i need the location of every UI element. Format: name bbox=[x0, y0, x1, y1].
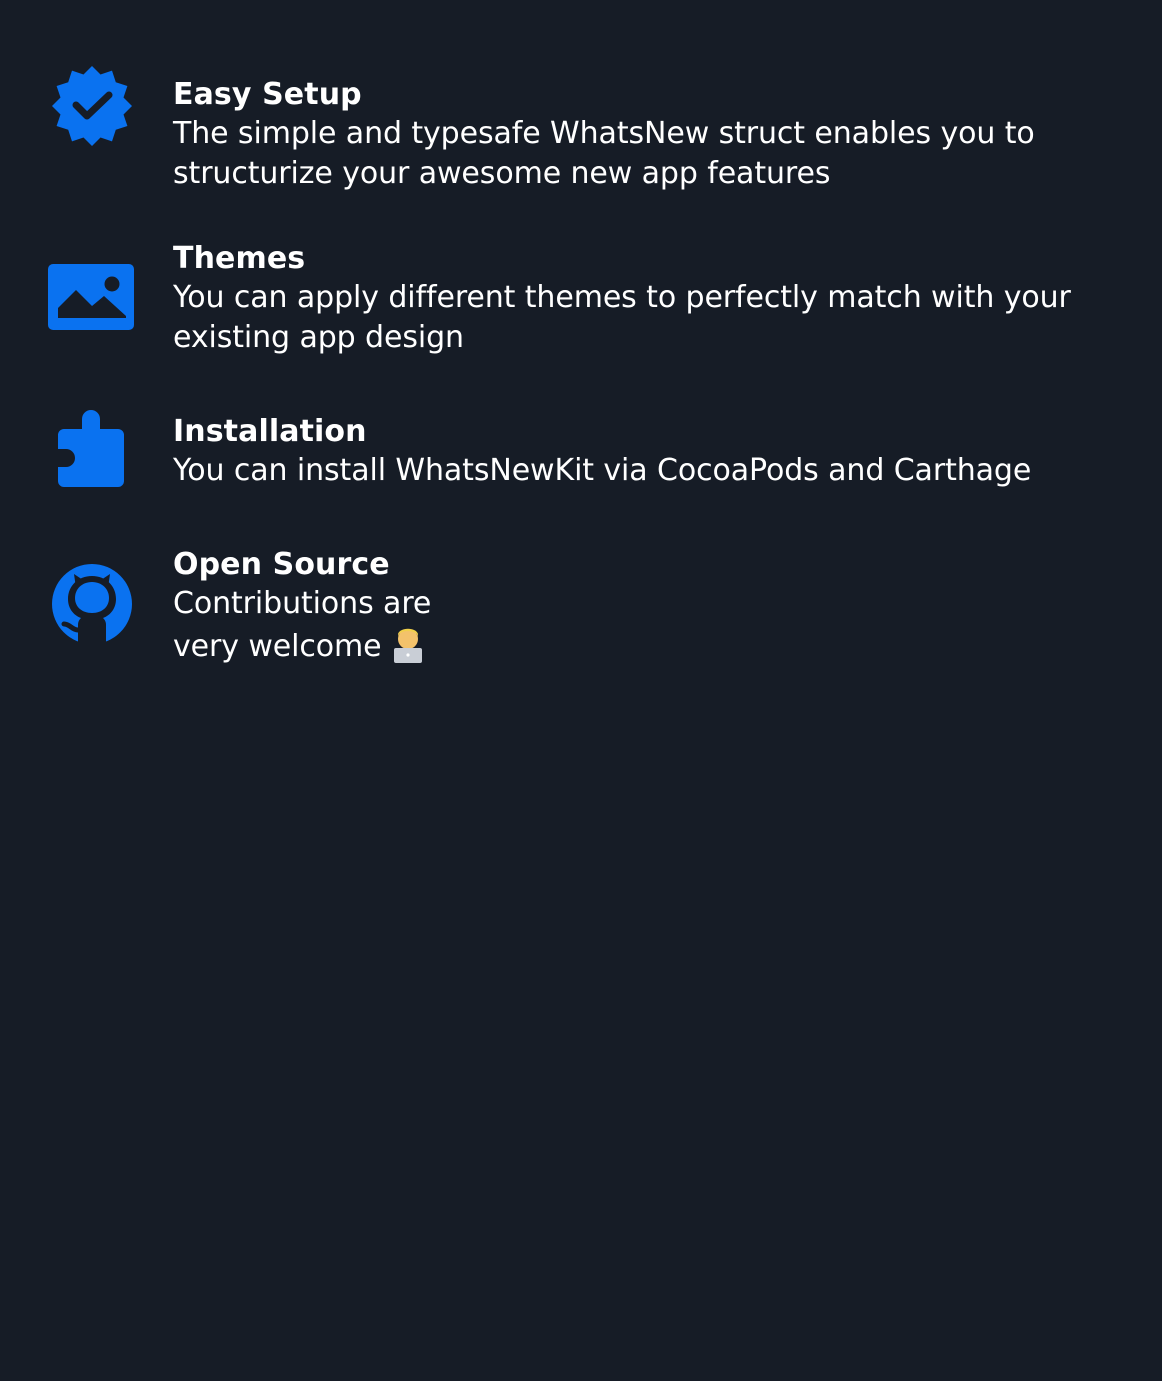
feature-subtitle: You can install WhatsNewKit via CocoaPod… bbox=[173, 453, 1032, 488]
puzzle-piece-icon bbox=[46, 401, 138, 493]
feature-text: Installation You can install WhatsNewKit… bbox=[173, 413, 1133, 491]
feature-title: Open Source bbox=[173, 547, 390, 582]
image-icon bbox=[46, 252, 138, 344]
verified-badge-icon bbox=[46, 58, 138, 150]
whats-new-screen: Easy Setup The simple and typesafe Whats… bbox=[0, 0, 1162, 1381]
feature-subtitle-line-1: Contributions are bbox=[173, 586, 432, 621]
feature-title: Installation bbox=[173, 414, 367, 449]
feature-subtitle-line-2: very welcome bbox=[173, 624, 1133, 667]
feature-text: Easy Setup The simple and typesafe Whats… bbox=[173, 76, 1133, 194]
feature-title: Easy Setup bbox=[173, 77, 362, 112]
feature-subtitle-text: very welcome bbox=[173, 629, 382, 664]
feature-subtitle: The simple and typesafe WhatsNew struct … bbox=[173, 116, 1035, 191]
technologist-emoji-icon bbox=[390, 624, 426, 664]
feature-text: Themes You can apply different themes to… bbox=[173, 240, 1133, 358]
feature-text: Open Source Contributions are very welco… bbox=[173, 546, 1133, 667]
github-icon bbox=[46, 558, 138, 650]
feature-subtitle: You can apply different themes to perfec… bbox=[173, 280, 1071, 355]
feature-title: Themes bbox=[173, 241, 306, 276]
